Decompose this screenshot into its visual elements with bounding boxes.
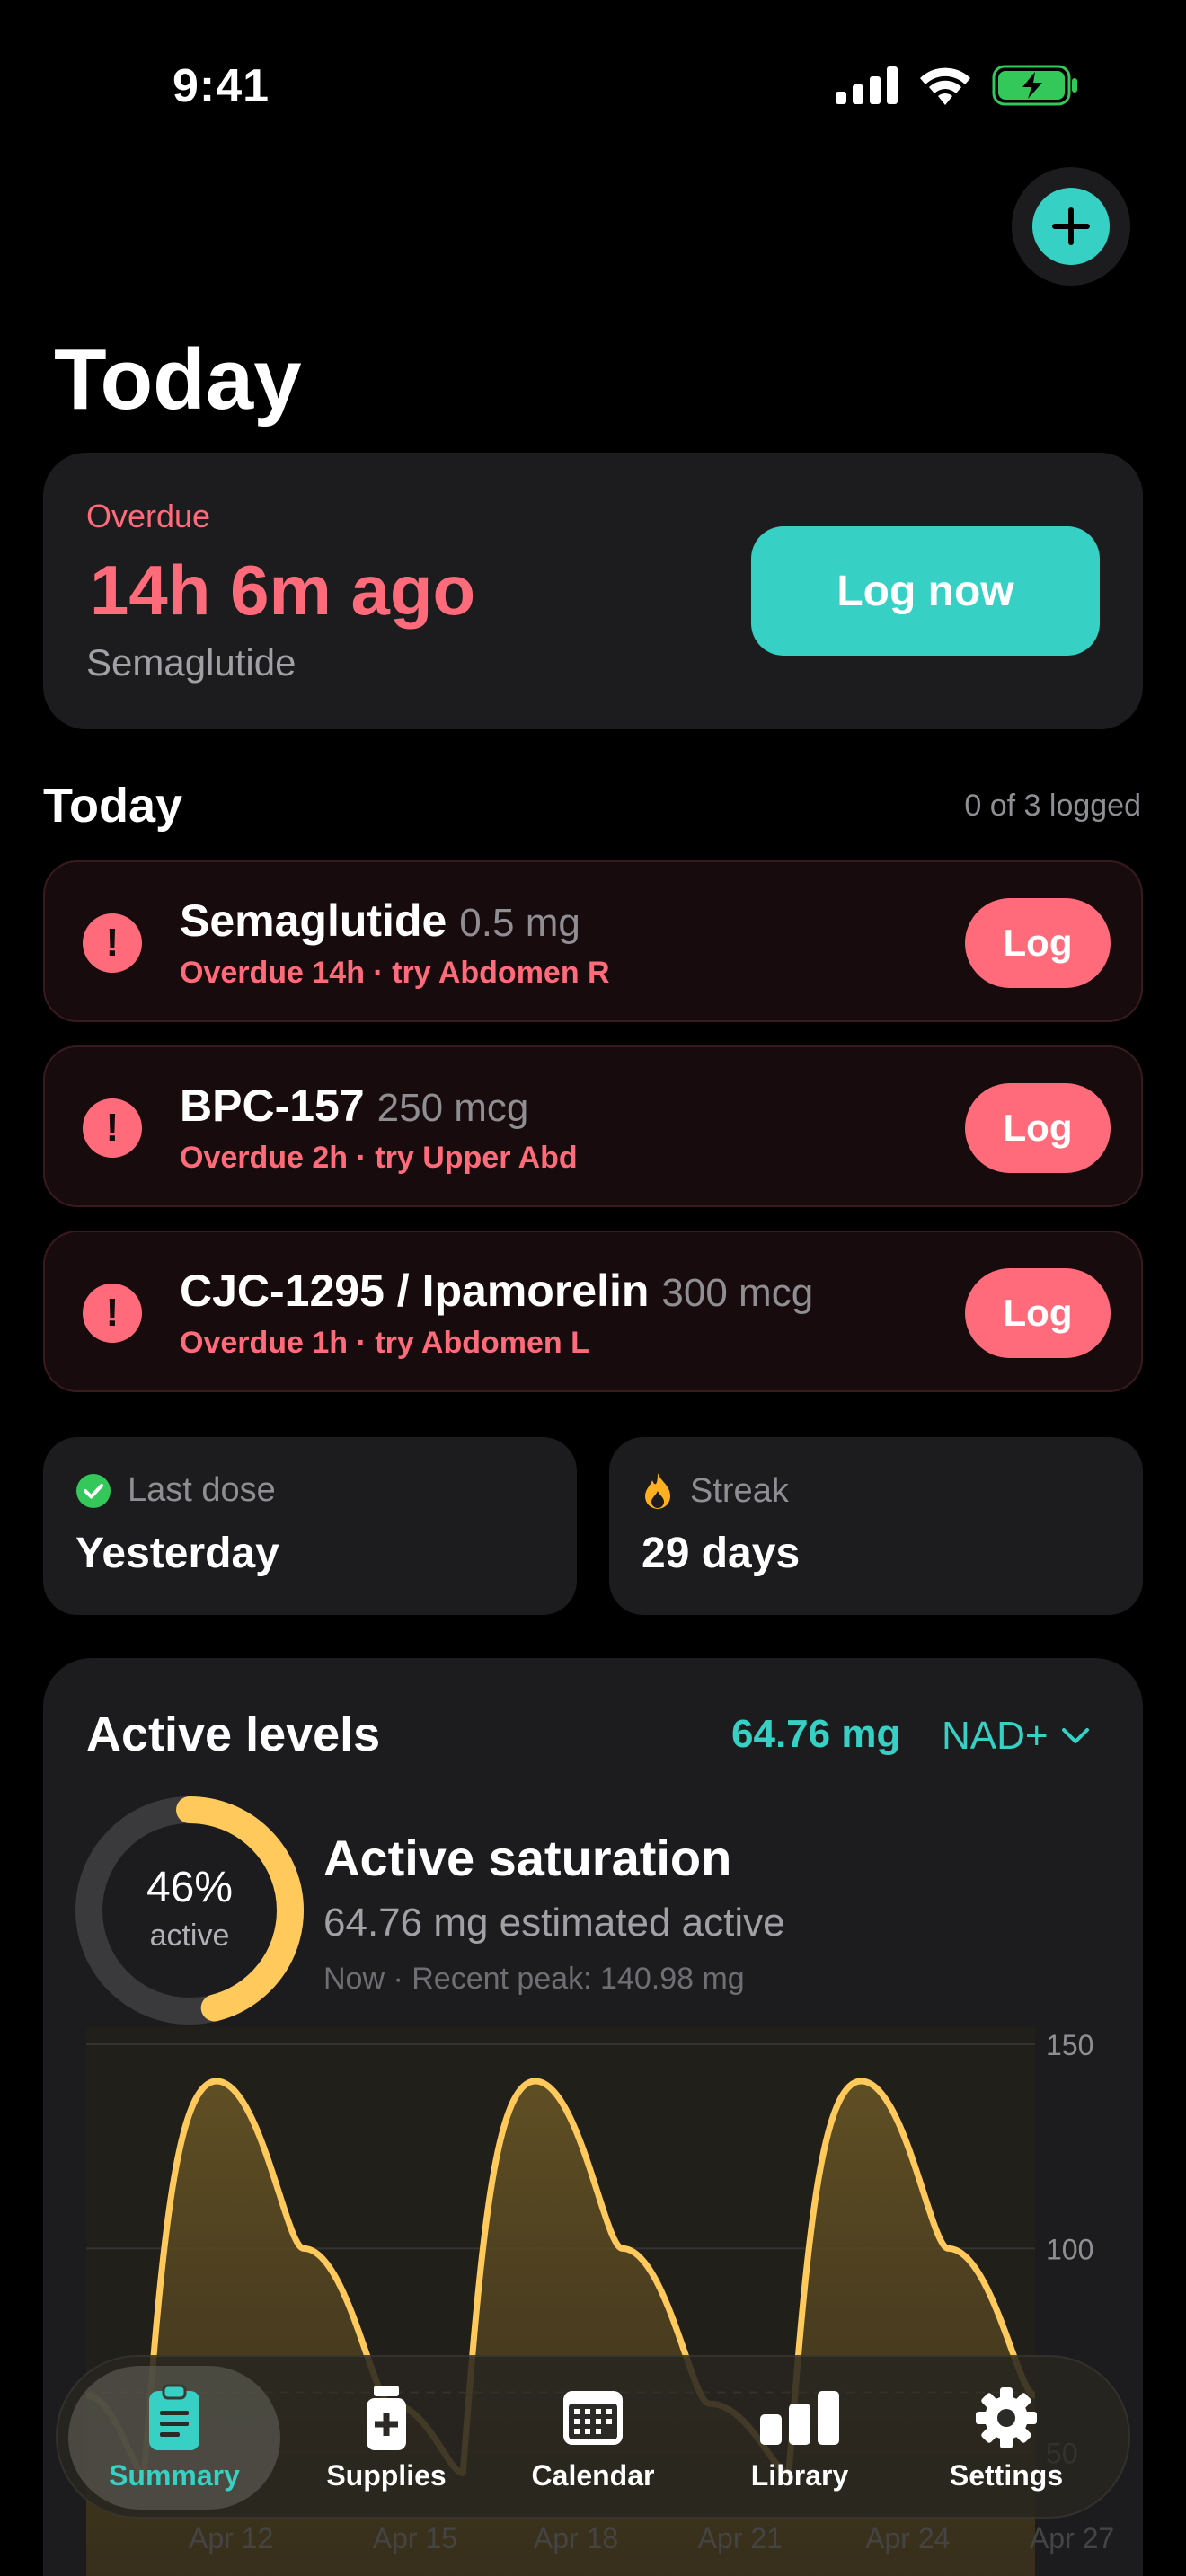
chevron-down-icon: [1061, 1728, 1089, 1743]
tab-label: Calendar: [531, 2459, 655, 2492]
overdue-time: 14h 6m ago: [90, 551, 476, 630]
last-dose-label: Last dose: [128, 1471, 276, 1509]
dose-name: BPC-157: [180, 1081, 365, 1131]
streak-value: 29 days: [642, 1530, 801, 1577]
dose-row[interactable]: ! CJC-1295 / Ipamorelin 300 mcg Overdue 1…: [43, 1231, 1143, 1392]
overdue-card: Overdue 14h 6m ago Semaglutide Log now: [43, 453, 1143, 729]
alert-icon: !: [83, 913, 142, 973]
signal-icon: [836, 66, 898, 104]
battery-icon: [992, 65, 1077, 106]
x-tick-label: Apr 15: [372, 2522, 458, 2554]
bar-chart-icon: [758, 2384, 841, 2452]
saturation-percent: 46%: [146, 1864, 234, 1911]
status-icons: [836, 65, 1078, 106]
last-dose-value: Yesterday: [75, 1530, 279, 1577]
tab-label: Supplies: [326, 2459, 447, 2492]
gear-icon: [974, 2384, 1039, 2452]
saturation-title: Active saturation: [323, 1830, 732, 1886]
log-button[interactable]: Log: [965, 1268, 1111, 1358]
check-circle-icon: [76, 1473, 111, 1508]
plus-icon: [1032, 188, 1110, 265]
schedule-title: Today: [43, 779, 183, 833]
dose-name: Semaglutide: [180, 895, 447, 946]
overdue-status: Overdue: [86, 498, 211, 534]
dose-name: CJC-1295 / Ipamorelin: [180, 1266, 650, 1316]
medicine-bottle-icon: [363, 2384, 410, 2452]
saturation-sub: active: [149, 1919, 230, 1953]
add-button[interactable]: [1012, 167, 1130, 286]
y-tick-label: 150: [1046, 2029, 1093, 2061]
schedule-count: 0 of 3 logged: [964, 789, 1141, 823]
streak-card: Streak 29 days: [609, 1437, 1143, 1615]
tab-label: Summary: [109, 2459, 240, 2492]
log-button[interactable]: Log: [965, 1083, 1111, 1173]
tab-bar: Summary Supplies Calendar Library Settin…: [56, 2355, 1130, 2519]
tab-calendar[interactable]: Calendar: [487, 2366, 699, 2510]
dose-amount: 0.5 mg: [459, 901, 580, 945]
y-tick-label: 100: [1046, 2233, 1093, 2265]
alert-icon: !: [83, 1284, 142, 1343]
tab-summary[interactable]: Summary: [68, 2366, 280, 2510]
log-now-button[interactable]: Log now: [751, 526, 1100, 656]
overdue-medication: Semaglutide: [86, 641, 296, 684]
streak-label: Streak: [690, 1471, 789, 1510]
page-title: Today: [54, 331, 302, 428]
dose-row[interactable]: ! Semaglutide 0.5 mg Overdue 14h · try Ab…: [43, 860, 1143, 1022]
tab-label: Settings: [949, 2459, 1064, 2492]
active-amount: 64.76 mg: [731, 1712, 901, 1756]
clipboard-icon: [147, 2384, 201, 2452]
x-tick-label: Apr 24: [865, 2522, 951, 2554]
compound-label: NAD+: [942, 1714, 1049, 1758]
flame-icon: [645, 1473, 670, 1509]
active-levels-title: Active levels: [86, 1707, 381, 1761]
tab-library[interactable]: Library: [694, 2366, 906, 2510]
saturation-peak: Now · Recent peak: 140.98 mg: [323, 1962, 745, 1996]
x-tick-label: Apr 21: [697, 2522, 783, 2554]
x-tick-label: Apr 27: [1029, 2522, 1115, 2554]
tab-label: Library: [750, 2459, 849, 2492]
dose-status: Overdue 14h · try Abdomen R: [180, 956, 610, 990]
log-button[interactable]: Log: [965, 898, 1111, 988]
x-tick-label: Apr 12: [189, 2522, 274, 2554]
dose-status: Overdue 2h · try Upper Abd: [180, 1141, 578, 1175]
last-dose-card: Last dose Yesterday: [43, 1437, 577, 1615]
status-time: 9:41: [173, 60, 270, 112]
x-tick-label: Apr 18: [533, 2522, 619, 2554]
dose-row[interactable]: ! BPC-157 250 mcg Overdue 2h · try Upper …: [43, 1045, 1143, 1207]
tab-settings[interactable]: Settings: [900, 2366, 1112, 2510]
calendar-icon: [562, 2384, 624, 2452]
dose-amount: 250 mcg: [376, 1086, 529, 1130]
tab-supplies[interactable]: Supplies: [280, 2366, 492, 2510]
dose-amount: 300 mcg: [661, 1271, 814, 1315]
wifi-icon: [920, 67, 970, 105]
compound-selector[interactable]: NAD+: [942, 1714, 1090, 1759]
alert-icon: !: [83, 1098, 142, 1158]
dose-status: Overdue 1h · try Abdomen L: [180, 1326, 589, 1360]
saturation-estimate: 64.76 mg estimated active: [323, 1901, 785, 1945]
